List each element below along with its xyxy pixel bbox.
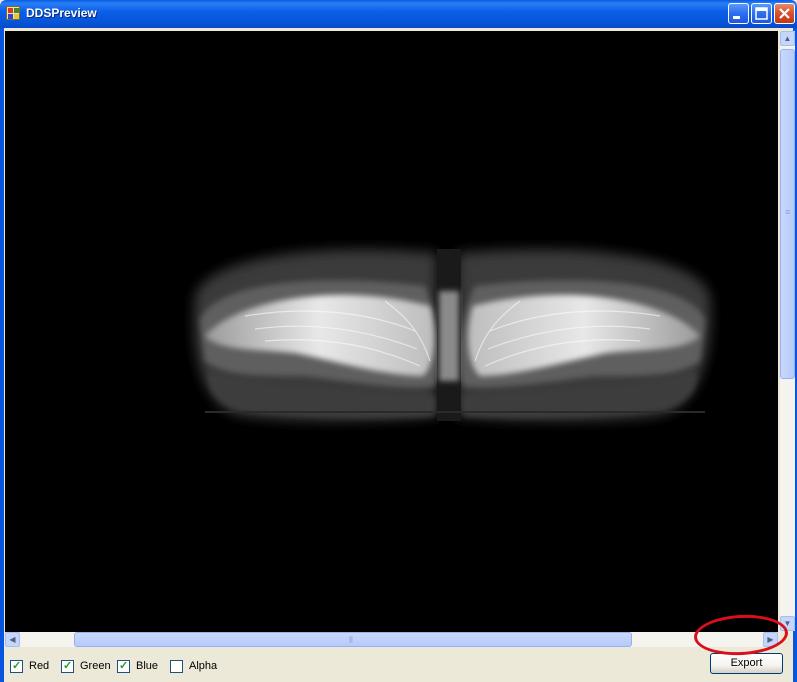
scroll-left-button[interactable]: ◀ <box>5 632 20 647</box>
checkbox-red[interactable]: ✓ Red <box>10 659 49 673</box>
checkbox-green-label: Green <box>80 660 111 672</box>
checkbox-blue[interactable]: ✓ Blue <box>117 659 158 673</box>
checkbox-alpha[interactable]: Alpha <box>170 659 217 673</box>
scroll-up-button[interactable]: ▲ <box>780 31 795 46</box>
checkbox-blue-label: Blue <box>136 660 159 672</box>
vertical-scroll-thumb[interactable]: ≡ <box>780 49 795 379</box>
maximize-icon <box>755 7 768 20</box>
checkbox-box[interactable] <box>170 659 183 673</box>
texture-preview[interactable] <box>5 31 778 634</box>
close-icon <box>779 8 790 19</box>
grip-icon: ⦀ <box>349 635 353 645</box>
vertical-scrollbar[interactable]: ▲ ≡ ▼ <box>780 31 795 631</box>
checkbox-green[interactable]: ✓ Green <box>61 659 111 673</box>
minimize-icon <box>733 16 740 19</box>
minimize-button[interactable] <box>728 3 749 24</box>
window-title: DDSPreview <box>26 6 97 20</box>
scroll-left-icon: ◀ <box>9 635 16 644</box>
checkbox-box[interactable]: ✓ <box>117 659 130 673</box>
checkmark-icon: ✓ <box>63 659 73 672</box>
checkbox-alpha-label: Alpha <box>189 660 218 672</box>
client-area: ▲ ≡ ▼ ◀ ⦀ ▶ ✓ Red ✓ Green ✓ Blue Alpha E… <box>4 28 795 682</box>
horizontal-scroll-thumb[interactable]: ⦀ <box>74 632 632 647</box>
checkmark-icon: ✓ <box>12 659 22 672</box>
checkbox-box[interactable]: ✓ <box>61 659 74 673</box>
checkmark-icon: ✓ <box>119 659 129 672</box>
horizontal-scrollbar[interactable]: ◀ ⦀ ▶ <box>5 632 778 647</box>
channel-toolbar: ✓ Red ✓ Green ✓ Blue Alpha Export <box>4 650 793 680</box>
export-button[interactable]: Export <box>710 653 783 674</box>
checkbox-box[interactable]: ✓ <box>10 659 23 673</box>
grip-icon: ≡ <box>785 207 791 217</box>
scroll-up-icon: ▲ <box>783 34 792 43</box>
maximize-button[interactable] <box>751 3 772 24</box>
title-bar[interactable]: DDSPreview <box>0 0 797 28</box>
app-icon[interactable] <box>6 6 20 20</box>
texture-image <box>194 249 711 421</box>
close-button[interactable] <box>774 3 795 24</box>
checkbox-red-label: Red <box>29 660 50 672</box>
